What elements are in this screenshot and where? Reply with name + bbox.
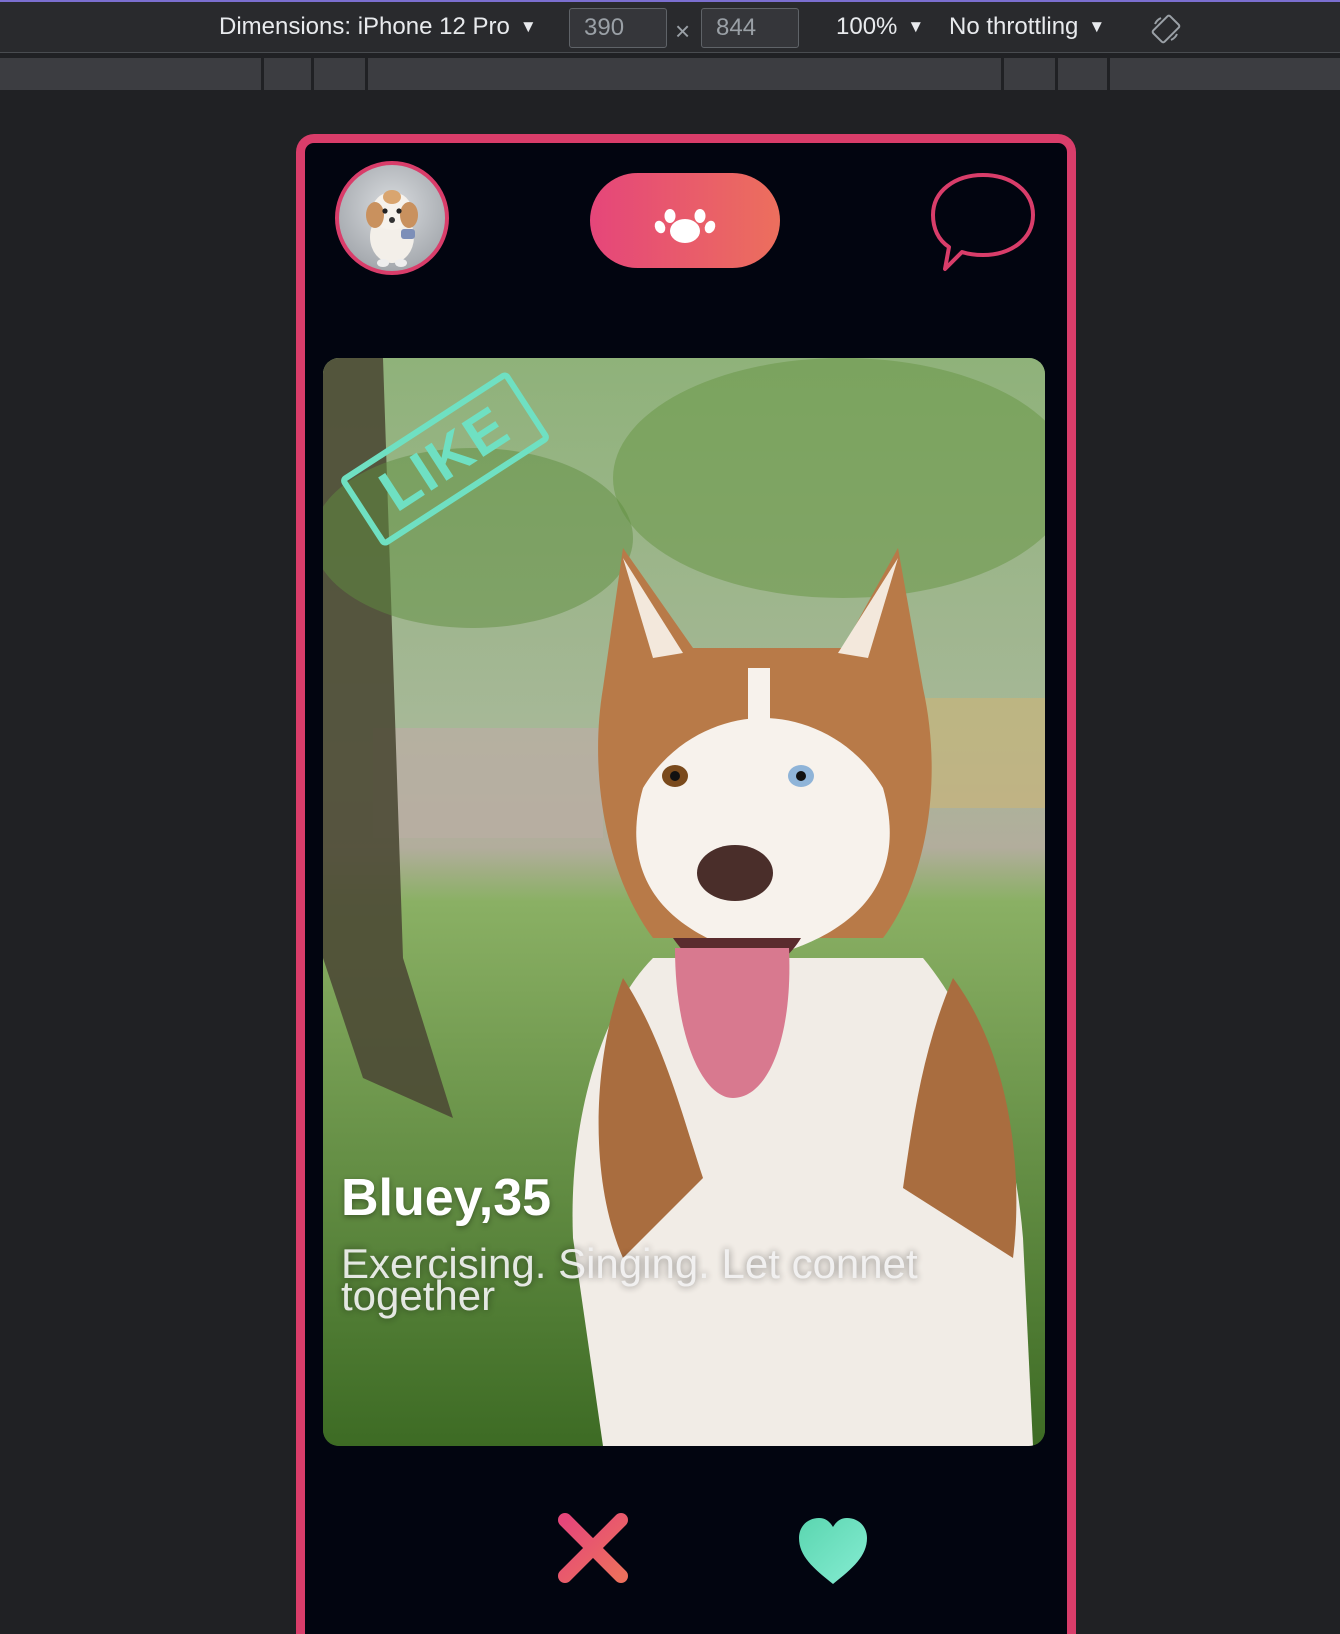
device-dropdown[interactable]: Dimensions: iPhone 12 Pro ▼: [219, 12, 537, 42]
throttling-dropdown[interactable]: No throttling ▼: [949, 12, 1105, 42]
close-icon[interactable]: [543, 1498, 643, 1598]
chat-icon[interactable]: [927, 169, 1039, 273]
devtools-device-toolbar: Dimensions: iPhone 12 Pro ▼ 390 × 844 100…: [0, 0, 1340, 53]
chevron-down-icon: ▼: [907, 17, 925, 36]
chevron-down-icon: ▼: [1088, 17, 1106, 36]
zoom-dropdown[interactable]: 100% ▼: [836, 12, 924, 42]
times-separator: ×: [675, 16, 691, 46]
puppy-avatar-image: [366, 190, 418, 267]
paw-icon: [654, 209, 716, 243]
chevron-down-icon: ▼: [519, 17, 537, 36]
height-input[interactable]: 844: [701, 8, 799, 48]
pet-name-age: Bluey,35: [341, 1169, 552, 1227]
throttling-label: No throttling: [949, 13, 1079, 40]
phone-viewport: LIKE Bluey,35 Exercising. Singing. Let c…: [296, 134, 1076, 1634]
zoom-label: 100%: [836, 13, 898, 40]
pet-bio: Exercising. Singing. Let connet together: [341, 1240, 918, 1319]
media-query-ruler: [0, 58, 1340, 90]
heart-icon[interactable]: [783, 1498, 883, 1598]
profile-card[interactable]: LIKE Bluey,35 Exercising. Singing. Let c…: [323, 358, 1045, 1446]
device-dropdown-label: Dimensions: iPhone 12 Pro: [219, 13, 510, 40]
width-input[interactable]: 390: [569, 8, 667, 48]
rotate-icon[interactable]: [1151, 14, 1181, 44]
discover-button[interactable]: [590, 173, 780, 268]
user-avatar[interactable]: [335, 161, 449, 275]
